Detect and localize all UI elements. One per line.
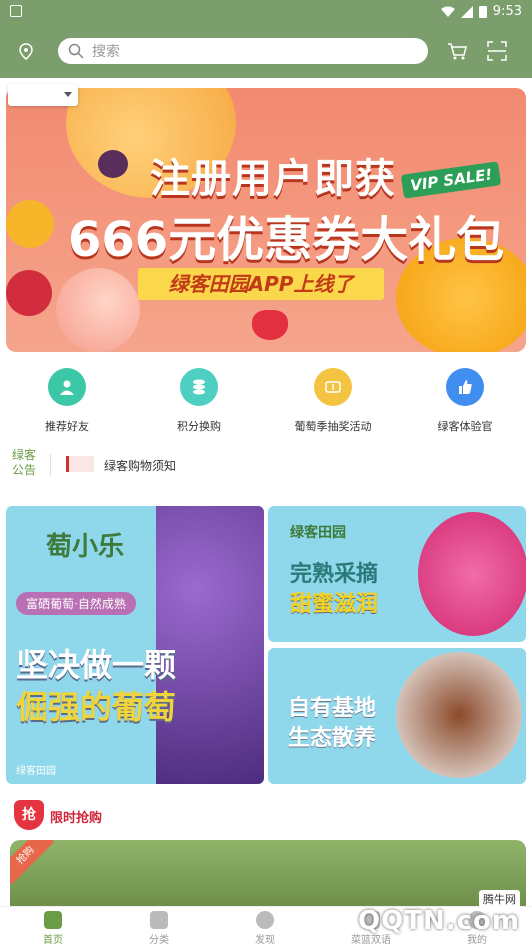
quick-item-experience[interactable]: 绿客体验官 xyxy=(410,366,520,434)
grape-slogan-2: 倔强的葡萄 xyxy=(16,688,177,726)
grape-pill: 富硒葡萄·自然成熟 xyxy=(16,592,136,615)
notice-thumbnail xyxy=(66,456,94,472)
scan-icon[interactable] xyxy=(486,40,508,62)
banner-headline: 注册用户即获 xyxy=(150,156,396,202)
battery-icon xyxy=(478,6,487,18)
location-icon[interactable] xyxy=(18,43,34,61)
chevron-down-icon xyxy=(64,92,72,97)
thumbs-up-icon xyxy=(446,368,484,406)
tab-profile[interactable]: 我的 xyxy=(424,909,530,946)
grape-brand: 萄小乐 xyxy=(46,532,125,562)
flash-sale-product-image[interactable]: 抢购 xyxy=(10,840,526,906)
banner-ribbon: 绿客田园APP上线了 xyxy=(138,268,384,300)
status-bar: 9:53 xyxy=(0,0,532,26)
quick-item-refer-friend[interactable]: 推荐好友 xyxy=(12,366,122,434)
pitaya-slogan-1: 完熟采摘 xyxy=(290,562,379,587)
notice-tag: 绿客 公告 xyxy=(12,448,36,478)
pitaya-promo-card[interactable]: 绿客田园 完熟采摘 甜蜜滋润 xyxy=(268,506,526,642)
tab-category[interactable]: 分类 xyxy=(106,909,212,946)
notice-tag-line2: 公告 xyxy=(12,463,37,477)
grape-slogan-1: 坚决做一颗 xyxy=(16,646,177,684)
user-icon xyxy=(48,368,86,406)
home-icon xyxy=(44,911,62,929)
quick-item-label: 推荐好友 xyxy=(45,420,89,433)
basket-icon xyxy=(362,911,380,929)
search-icon xyxy=(68,43,84,59)
wifi-icon xyxy=(440,6,455,17)
flash-sale-corner-tag: 抢购 xyxy=(10,840,55,885)
quick-menu: 推荐好友 积分换购 葡萄季抽奖活动 绿客体验官 xyxy=(0,366,532,436)
pitaya-logo: 绿客田园 xyxy=(290,525,346,541)
chicken-slogan-1: 自有基地 xyxy=(288,696,377,721)
rooster-image xyxy=(396,652,522,778)
chicken-promo-card[interactable]: 自有基地 生态散养 xyxy=(268,648,526,784)
flash-sale-header: 抢 限时抢购 xyxy=(14,800,314,832)
quick-item-label: 葡萄季抽奖活动 xyxy=(294,420,372,433)
notice-text: 绿客购物须知 xyxy=(104,459,177,473)
quick-item-label: 积分换购 xyxy=(177,420,221,433)
status-right: 9:53 xyxy=(440,4,522,19)
strawberry-image xyxy=(252,310,288,340)
grape-image xyxy=(98,150,128,178)
bottom-tab-bar: 首页 分类 发现 菜篮双语 我的 xyxy=(0,906,532,946)
search-input[interactable]: 搜索 xyxy=(58,38,428,64)
promo-banner[interactable]: 注册用户即获 666元优惠券大礼包 VIP SALE! 绿客田园APP上线了 xyxy=(6,88,526,352)
tab-basket[interactable]: 菜篮双语 xyxy=(318,909,424,946)
signal-icon xyxy=(460,5,473,18)
quick-item-points[interactable]: 积分换购 xyxy=(144,366,254,434)
search-placeholder: 搜索 xyxy=(92,44,120,60)
pitaya-slogan-2: 甜蜜滋润 xyxy=(290,592,379,617)
notice-bar[interactable]: 绿客 公告 绿客购物须知 xyxy=(0,448,532,482)
chat-icon xyxy=(256,911,274,929)
chicken-slogan-2: 生态散养 xyxy=(288,726,377,751)
tab-home[interactable]: 首页 xyxy=(0,909,106,946)
grape-footer: 绿客田园 xyxy=(16,766,56,777)
raspberry-image xyxy=(6,270,52,316)
divider xyxy=(50,454,51,476)
coins-icon xyxy=(180,368,218,406)
grid-icon xyxy=(150,911,168,929)
lemon-image xyxy=(6,200,54,248)
location-dropdown[interactable] xyxy=(8,84,78,106)
flash-sale-badge: 抢 xyxy=(14,800,44,830)
profile-icon xyxy=(468,911,486,929)
vip-sale-badge: VIP SALE! xyxy=(400,161,502,199)
peach-image xyxy=(56,268,140,352)
dragon-fruit-image xyxy=(418,512,526,636)
quick-item-lottery[interactable]: 葡萄季抽奖活动 xyxy=(278,366,388,434)
tab-discover[interactable]: 发现 xyxy=(212,909,318,946)
notice-tag-line1: 绿客 xyxy=(12,448,37,462)
top-header: 搜索 xyxy=(0,26,532,78)
status-time: 9:53 xyxy=(492,4,522,19)
ticket-icon xyxy=(314,368,352,406)
quick-item-label: 绿客体验官 xyxy=(437,420,493,433)
banner-subheadline: 666元优惠券大礼包 xyxy=(68,212,505,268)
cart-icon[interactable] xyxy=(446,40,468,62)
flash-sale-title: 限时抢购 xyxy=(50,811,103,826)
grape-promo-card[interactable]: 萄小乐 富硒葡萄·自然成熟 坚决做一颗 倔强的葡萄 绿客田园 xyxy=(6,506,264,784)
notification-icon xyxy=(10,5,22,17)
